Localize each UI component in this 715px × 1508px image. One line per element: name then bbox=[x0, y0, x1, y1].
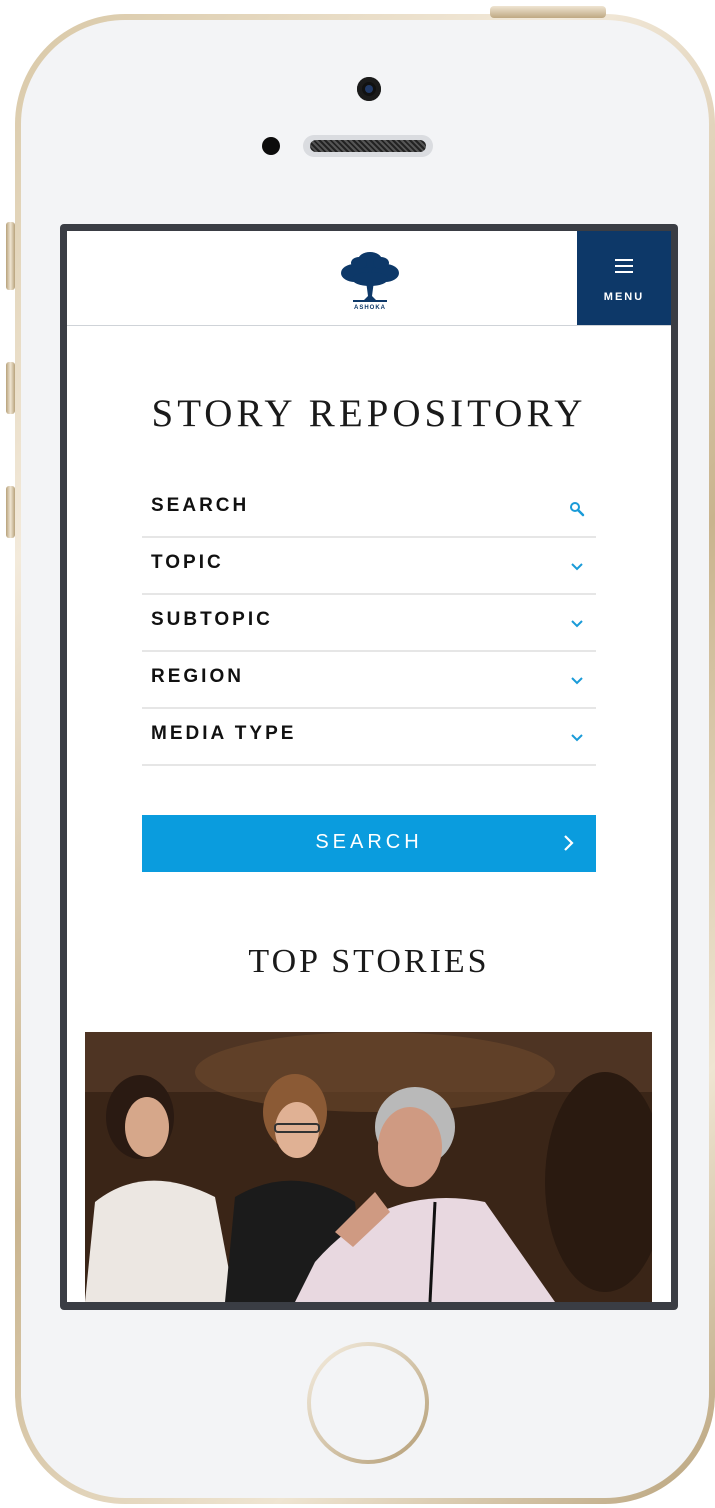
region-dropdown[interactable]: REGION bbox=[142, 652, 596, 709]
topic-dropdown[interactable]: TOPIC bbox=[142, 538, 596, 595]
page-title: STORY REPOSITORY bbox=[151, 392, 587, 435]
top-stories-title: TOP STORIES bbox=[248, 943, 490, 980]
filter-list: SEARCH TOPIC SUBTOPIC REGION MEDIA TYPE bbox=[142, 481, 596, 766]
ashoka-logo[interactable]: ASHOKA bbox=[335, 249, 405, 315]
screen: ASHOKA MENU STORY REPOSITORY SEARCH TOPI… bbox=[67, 231, 671, 1302]
chevron-down-icon bbox=[571, 563, 583, 571]
chevron-right-icon bbox=[564, 835, 574, 851]
proximity-sensor bbox=[262, 137, 280, 155]
search-icon[interactable] bbox=[568, 500, 586, 518]
menu-button[interactable]: MENU bbox=[577, 231, 671, 325]
site-header: ASHOKA MENU bbox=[67, 231, 671, 326]
mute-switch bbox=[6, 222, 15, 290]
region-dropdown-label: REGION bbox=[151, 666, 244, 687]
chevron-down-icon bbox=[571, 734, 583, 742]
logo-wordmark: ASHOKA bbox=[353, 305, 386, 311]
media-type-dropdown-label: MEDIA TYPE bbox=[151, 723, 297, 744]
front-camera bbox=[357, 77, 381, 101]
volume-down-button bbox=[6, 486, 15, 538]
search-button-label: SEARCH bbox=[315, 831, 423, 853]
chevron-down-icon bbox=[571, 620, 583, 628]
home-button[interactable] bbox=[307, 1342, 429, 1464]
story-photo-image bbox=[85, 1032, 652, 1302]
subtopic-dropdown[interactable]: SUBTOPIC bbox=[142, 595, 596, 652]
subtopic-dropdown-label: SUBTOPIC bbox=[151, 609, 273, 630]
hamburger-icon bbox=[615, 259, 633, 273]
search-field-label: SEARCH bbox=[151, 495, 250, 516]
media-type-dropdown[interactable]: MEDIA TYPE bbox=[142, 709, 596, 766]
volume-up-button bbox=[6, 362, 15, 414]
chevron-down-icon bbox=[571, 677, 583, 685]
story-photo[interactable] bbox=[85, 1032, 652, 1302]
earpiece-speaker bbox=[303, 135, 433, 157]
search-button[interactable]: SEARCH bbox=[142, 815, 596, 872]
topic-dropdown-label: TOPIC bbox=[151, 552, 224, 573]
search-field[interactable]: SEARCH bbox=[142, 481, 596, 538]
power-button bbox=[490, 6, 606, 18]
tree-icon bbox=[341, 252, 399, 302]
menu-label: MENU bbox=[603, 291, 645, 303]
